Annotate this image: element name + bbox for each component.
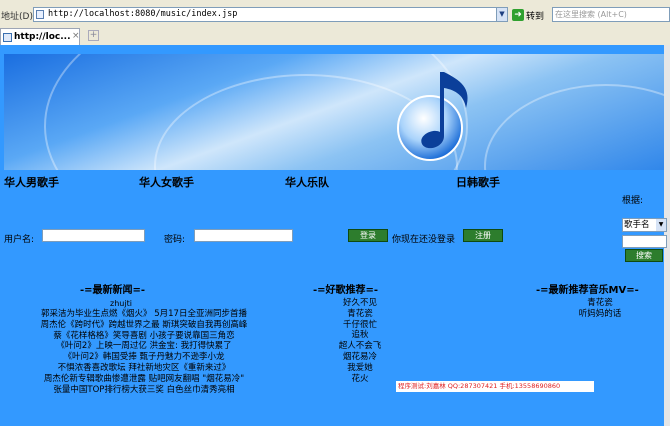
tab-active[interactable]: http://loc...	[0, 28, 80, 45]
address-input[interactable]: http://localhost:8080/music/index.jsp	[33, 7, 507, 22]
password-label: 密码:	[164, 235, 186, 245]
login-button[interactable]: 登录	[348, 229, 388, 242]
address-bar: 地址(D) http://localhost:8080/music/index.…	[0, 0, 670, 29]
song-item[interactable]: 好久不见	[320, 298, 400, 309]
nav-female-singers[interactable]: 华人女歌手	[139, 174, 194, 190]
search-type-value: 歌手名	[624, 220, 650, 230]
username-input[interactable]	[42, 229, 145, 242]
music-note-icon	[397, 72, 468, 161]
song-item[interactable]: 青花瓷	[320, 309, 400, 320]
category-nav: 华人男歌手 华人女歌手 华人乐队 日韩歌手	[4, 174, 664, 190]
nav-jp-kr-singers[interactable]: 日韩歌手	[456, 174, 500, 190]
go-button[interactable]: ➜ 转到	[512, 8, 544, 22]
search-by-label: 根据:	[622, 196, 644, 206]
password-input[interactable]	[194, 229, 293, 242]
song-item[interactable]: 花火	[320, 374, 400, 385]
tab-bar: http://loc... × +	[0, 28, 670, 46]
tab-title: http://loc...	[14, 32, 71, 42]
songs-title: -=好歌推荐=-	[313, 285, 379, 296]
close-icon[interactable]: ×	[72, 31, 80, 41]
credit-line: 程序测试:刘嘉林 QQ:287307421 手机:13558690860	[396, 381, 594, 392]
news-item[interactable]: 《叶问2》上映一周过亿 洪金宝: 我打得快累了	[4, 341, 284, 352]
page-icon	[3, 32, 12, 42]
mv-title: -=最新推荐音乐MV=-	[536, 285, 639, 296]
nav-male-singers[interactable]: 华人男歌手	[4, 174, 59, 190]
song-item[interactable]: 我爱她	[320, 363, 400, 374]
song-item[interactable]: 超人不会飞	[320, 341, 400, 352]
chevron-down-icon: ▼	[656, 219, 666, 231]
go-label: 转到	[526, 11, 545, 22]
username-label: 用户名:	[4, 235, 35, 245]
address-label: 地址(D)	[1, 12, 33, 22]
mv-item[interactable]: 青花瓷	[560, 298, 640, 309]
mv-list: 青花瓷 听妈妈的话	[560, 298, 640, 320]
news-item[interactable]: 《叶问2》韩国受捧 甄子丹魅力不逊李小龙	[4, 352, 284, 363]
news-item[interactable]: 蔡《花样格格》笑导喜剧 小孩子要说靠国三角恋	[4, 331, 284, 342]
news-title: -=最新新闻=-	[80, 285, 146, 296]
register-button[interactable]: 注册	[463, 229, 503, 242]
address-url: http://localhost:8080/music/index.jsp	[48, 9, 238, 19]
page-icon	[36, 10, 44, 19]
login-status: 你现在还没登录	[392, 235, 456, 245]
login-form: 用户名: 密码: 登录 你现在还没登录 注册	[4, 229, 514, 245]
news-item[interactable]: 张量中国TOP排行榜大获三奖 白色丝巾清秀亮相	[4, 385, 284, 396]
new-tab-button[interactable]: +	[88, 30, 99, 41]
banner-image	[4, 54, 670, 170]
song-item[interactable]: 千仔很忙	[320, 320, 400, 331]
song-item[interactable]: 追秋	[320, 330, 400, 341]
arrow-right-icon: ➜	[512, 9, 524, 21]
news-item[interactable]: 郭采洁为毕业生点燃《烟火》 5月17日全亚洲同步首播	[4, 309, 284, 320]
songs-list: 好久不见 青花瓷 千仔很忙 追秋 超人不会飞 烟花易冷 我爱她 花火	[320, 298, 400, 384]
search-button[interactable]: 搜索	[625, 249, 663, 262]
search-keyword-input[interactable]	[622, 235, 667, 248]
chevron-down-icon[interactable]: ▼	[496, 7, 508, 22]
browser-search-input[interactable]: 在这里搜索 (Alt+C)	[552, 7, 670, 22]
news-item[interactable]: 周杰伦《跨时代》跨越世界之最 斯琪突破自我再创高峰	[4, 320, 284, 331]
news-item[interactable]: 不惧浓香喜改歌坛 拜社新地灾区《重新来过》	[4, 363, 284, 374]
news-item[interactable]: 周杰伦新专辑歌曲惨遭泄露 贴吧网友翻唱 "烟花易冷"	[4, 374, 284, 385]
nav-bands[interactable]: 华人乐队	[285, 174, 329, 190]
news-list: 郭采洁为毕业生点燃《烟火》 5月17日全亚洲同步首播 周杰伦《跨时代》跨越世界之…	[4, 309, 284, 395]
mv-item[interactable]: 听妈妈的话	[560, 309, 640, 320]
search-type-select[interactable]: 歌手名 ▼	[622, 218, 667, 232]
song-item[interactable]: 烟花易冷	[320, 352, 400, 363]
